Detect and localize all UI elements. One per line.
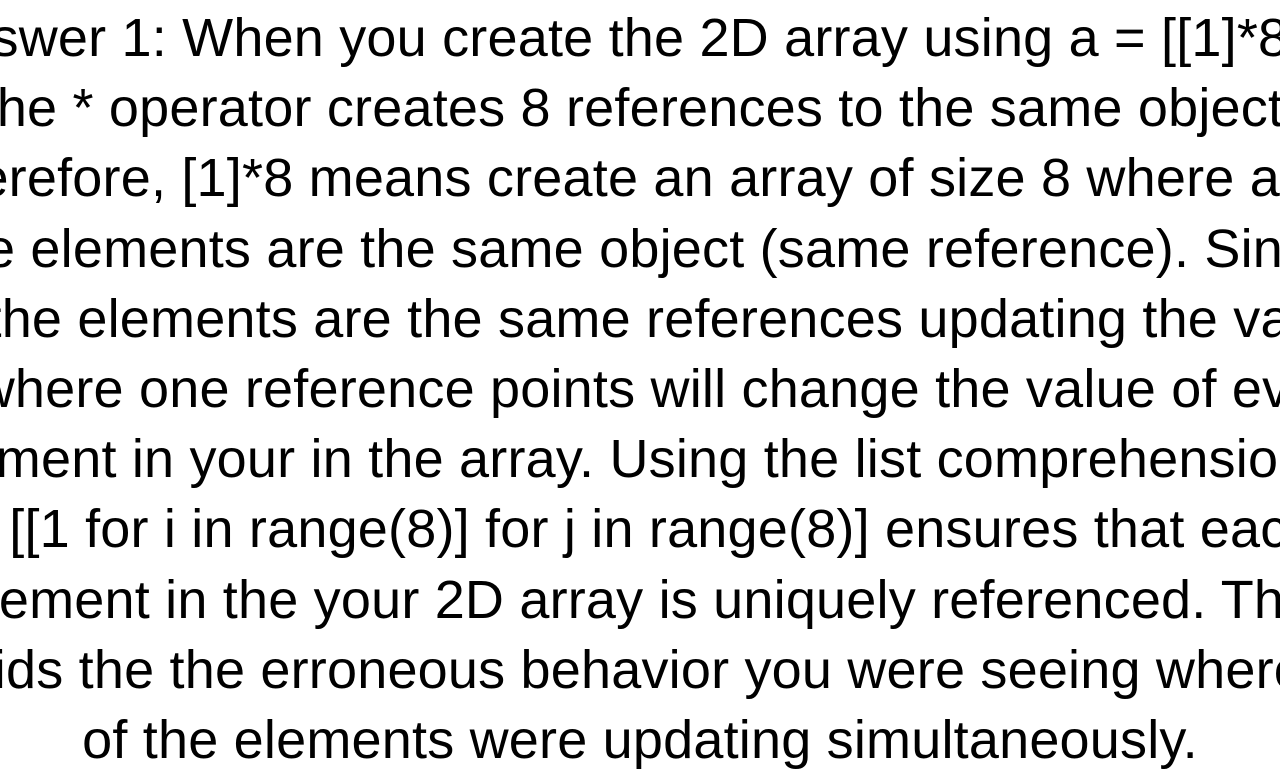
- answer-text-block: Answer 1: When you create the 2D array u…: [0, 3, 1280, 775]
